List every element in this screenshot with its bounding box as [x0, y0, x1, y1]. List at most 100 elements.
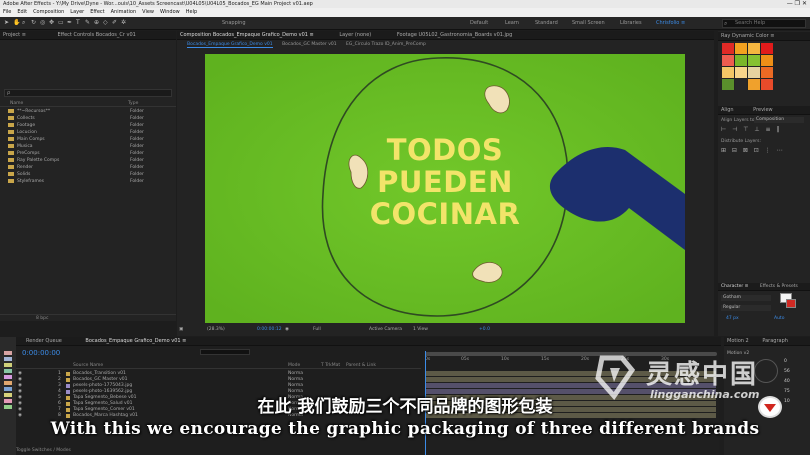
color-swatch[interactable] — [735, 55, 747, 66]
tab-effects-presets[interactable]: Effects & Presets — [760, 284, 798, 289]
tab-project[interactable]: Project ≡ — [3, 32, 26, 38]
workspace-default[interactable]: Default — [470, 20, 488, 26]
color-swatch[interactable] — [761, 55, 773, 66]
column-trkmat[interactable]: T TrkMat — [321, 363, 340, 368]
timeline-current-time[interactable]: 0:00:00:00 — [22, 349, 60, 357]
hand-tool-icon[interactable]: ✋ — [13, 20, 20, 26]
selection-tool-icon[interactable]: ➤ — [4, 20, 10, 26]
exposure-value[interactable]: +0.0 — [479, 325, 490, 335]
list-item[interactable]: Footage Folder — [0, 122, 176, 129]
tab-paragraph[interactable]: Paragraph — [762, 338, 788, 344]
zoom-tool-icon[interactable]: ⌕ — [22, 20, 28, 26]
tab-effect-controls[interactable]: Effect Controls Bocados_Cr v01 — [57, 32, 135, 38]
comp-tab-circulo[interactable]: EG_Circulo Trazo ID_Anim_PreComp — [346, 42, 426, 47]
color-swatch[interactable] — [735, 79, 747, 90]
label-color-chip[interactable] — [66, 384, 70, 388]
color-swatch[interactable] — [748, 43, 760, 54]
list-item[interactable]: Solids Folder — [0, 171, 176, 178]
color-swatch[interactable] — [761, 43, 773, 54]
workspace-learn[interactable]: Learn — [505, 20, 519, 26]
color-swatch[interactable] — [735, 67, 747, 78]
snapshot-icon[interactable]: ◉ — [285, 325, 289, 335]
label-color-chip[interactable] — [66, 372, 70, 376]
project-search-input[interactable]: ρ — [4, 89, 172, 97]
zoom-dropdown[interactable]: (28.3%) — [207, 325, 225, 335]
workspace-chrisfolio[interactable]: Chrisfolio ≡ — [656, 20, 685, 26]
workspace-standard[interactable]: Standard — [535, 20, 558, 26]
column-mode[interactable]: Mode — [288, 363, 300, 368]
list-item[interactable]: Render Folder — [0, 164, 176, 171]
rectangle-tool-icon[interactable]: ▭ — [58, 20, 64, 26]
menu-help[interactable]: Help — [186, 8, 197, 17]
comp-tab-empaque[interactable]: Bocados_Empaque Grafico_Demo v01 — [187, 42, 273, 48]
magnification-icon[interactable]: ▣ — [179, 325, 183, 335]
tab-motion[interactable]: Motion 2 — [727, 338, 749, 344]
tab-character[interactable]: Character ≡ — [721, 284, 748, 289]
list-item[interactable]: Main Comps Folder — [0, 136, 176, 143]
column-parent[interactable]: Parent & Link — [346, 363, 376, 368]
tab-preview[interactable]: Preview — [753, 107, 772, 113]
menu-window[interactable]: Window — [160, 8, 180, 17]
color-swatch[interactable] — [735, 43, 747, 54]
menu-view[interactable]: View — [142, 8, 154, 17]
resolution-dropdown[interactable]: Full — [313, 325, 321, 335]
label-color-chip[interactable] — [66, 378, 70, 382]
list-item[interactable]: Styleframes Folder — [0, 178, 176, 185]
timeline-search-input[interactable] — [200, 349, 250, 355]
tab-timeline-comp[interactable]: Bocados_Empaque Grafico_Demo v01 ≡ — [85, 338, 186, 344]
color-swatch[interactable] — [722, 67, 734, 78]
camera-dropdown[interactable]: Active Camera — [369, 325, 402, 335]
tab-align[interactable]: Align — [721, 107, 734, 113]
tab-render-queue[interactable]: Render Queue — [26, 338, 62, 344]
column-name[interactable]: Name — [10, 101, 23, 106]
menu-edit[interactable]: Edit — [17, 8, 27, 17]
color-swatch[interactable] — [761, 79, 773, 90]
eraser-tool-icon[interactable]: ◇ — [103, 20, 109, 26]
color-swatch[interactable] — [761, 67, 773, 78]
list-item[interactable]: Musica Folder — [0, 143, 176, 150]
list-item[interactable]: Ray Palette Comps Folder — [0, 157, 176, 164]
column-source-name[interactable]: Source Name — [73, 363, 103, 368]
type-tool-icon[interactable]: T — [76, 20, 82, 26]
color-swatch[interactable] — [722, 55, 734, 66]
leading-value[interactable]: Auto — [774, 316, 784, 321]
snapping-toggle[interactable]: Snapping — [222, 20, 246, 26]
font-size-value[interactable]: 47 px — [726, 316, 739, 321]
roto-brush-tool-icon[interactable]: ✐ — [112, 20, 118, 26]
current-time-display[interactable]: 0:00:00:12 — [257, 325, 282, 335]
workspace-small-screen[interactable]: Small Screen — [572, 20, 605, 26]
menu-animation[interactable]: Animation — [111, 8, 137, 17]
tab-layer[interactable]: Layer (none) — [339, 32, 371, 38]
align-buttons[interactable]: ⊢ ⊣ ⊤ ⊥ ≡ ‖ — [721, 126, 807, 134]
list-item[interactable]: **~Recursos** Folder — [0, 108, 176, 115]
color-swatch[interactable] — [748, 67, 760, 78]
stroke-color-swatch[interactable] — [786, 299, 796, 308]
list-item[interactable]: PreComps Folder — [0, 150, 176, 157]
menu-composition[interactable]: Composition — [33, 8, 64, 17]
menu-file[interactable]: File — [3, 8, 11, 17]
distribute-buttons[interactable]: ⊞ ⊟ ⊠ ⊡ ⋮ ⋯ — [721, 147, 807, 155]
tab-footage[interactable]: Footage U05L02_Gastronomia_Boards v01.jp… — [397, 32, 512, 38]
pen-tool-icon[interactable]: ✒ — [67, 20, 73, 26]
search-help-input[interactable]: Search Help — [722, 19, 806, 28]
brush-tool-icon[interactable]: ✎ — [85, 20, 91, 26]
views-dropdown[interactable]: 1 View — [413, 325, 428, 335]
menu-layer[interactable]: Layer — [70, 8, 84, 17]
tab-composition[interactable]: Composition Bocados_Empaque Grafico_Demo… — [180, 32, 314, 38]
camera-tool-icon[interactable]: ◎ — [40, 20, 46, 26]
ray-dynamic-color-tab[interactable]: Ray Dynamic Color ≡ — [718, 32, 810, 41]
bit-depth-button[interactable]: 8 bpc — [36, 316, 48, 321]
comp-tab-gc-master[interactable]: Bocados_GC Master v01 — [282, 42, 337, 47]
clone-stamp-tool-icon[interactable]: ⊕ — [94, 20, 100, 26]
pan-behind-tool-icon[interactable]: ✥ — [49, 20, 55, 26]
column-type[interactable]: Type — [128, 101, 138, 106]
font-family-dropdown[interactable]: Gotham — [721, 295, 771, 301]
composition-viewer[interactable]: TODOS PUEDEN COCINAR — [205, 54, 685, 323]
rotate-tool-icon[interactable]: ↻ — [31, 20, 37, 26]
workspace-libraries[interactable]: Libraries — [620, 20, 642, 26]
color-swatch[interactable] — [722, 79, 734, 90]
font-style-dropdown[interactable]: Regular — [721, 305, 771, 311]
toggle-switches-modes[interactable]: Toggle Switches / Modes — [16, 448, 71, 453]
color-swatch[interactable] — [722, 43, 734, 54]
list-item[interactable]: Collects Folder — [0, 115, 176, 122]
